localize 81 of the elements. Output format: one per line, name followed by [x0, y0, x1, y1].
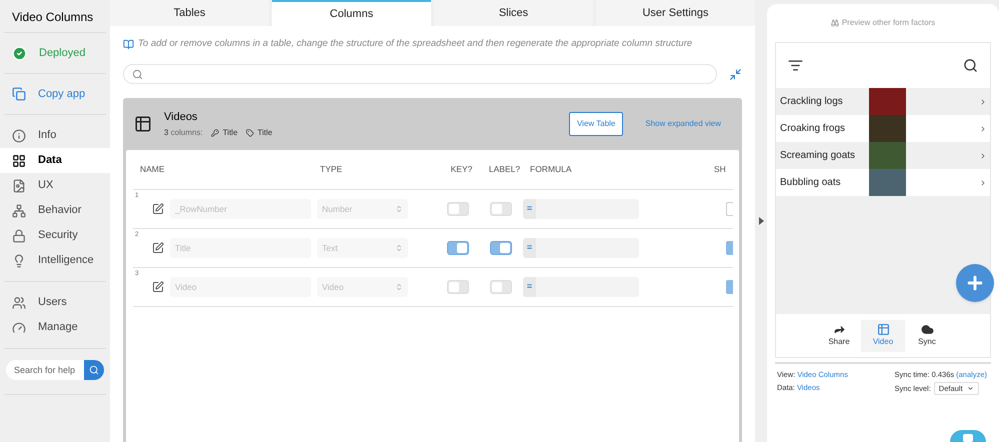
toggle-switch[interactable]: [447, 241, 469, 255]
photo-placeholder: [869, 88, 906, 115]
info-icon: [12, 128, 26, 142]
sidebar-item[interactable]: Intelligence: [0, 248, 110, 273]
grid-icon: [12, 154, 26, 168]
hierarchy-icon: [12, 204, 26, 218]
list-item[interactable]: Croaking frogs: [776, 115, 990, 142]
sidebar-item[interactable]: Info: [0, 123, 110, 148]
table-icon: [876, 323, 890, 336]
chevron-right-icon: [979, 178, 987, 186]
column-header: NAME: [139, 163, 166, 176]
photo-placeholder: [869, 142, 906, 169]
image-file-icon: [12, 178, 26, 192]
search-button[interactable]: [84, 360, 104, 380]
search-icon[interactable]: [963, 58, 978, 73]
search-field[interactable]: [123, 64, 717, 84]
checkbox[interactable]: [726, 241, 733, 255]
edit-icon[interactable]: [152, 203, 164, 215]
search-icon: [132, 68, 143, 80]
table-icon: [134, 115, 152, 133]
binoculars-icon: [830, 19, 839, 27]
edit-icon[interactable]: [152, 281, 164, 293]
toggle-switch[interactable]: [490, 241, 512, 255]
menu-icon[interactable]: [788, 58, 803, 73]
hint-text: To add or remove columns in a table, change the structure of the spreadsheet and then regenerate the appropriate column structure: [138, 36, 692, 51]
column-header: LABEL?: [488, 163, 522, 176]
book-icon: [123, 38, 134, 50]
key-column: Title: [222, 127, 238, 140]
checkbox[interactable]: [726, 202, 733, 216]
check-circle-icon: [12, 46, 27, 60]
photo-placeholder: [869, 169, 906, 196]
photo-placeholder: [869, 115, 906, 142]
bottom-nav-item[interactable]: Share: [817, 320, 861, 352]
chevron-right-icon: [979, 124, 987, 132]
up-down-chevron-icon: [395, 205, 403, 213]
tab[interactable]: User Settings: [596, 0, 755, 26]
share-arrow-icon: [832, 323, 846, 336]
up-down-chevron-icon: [395, 244, 403, 252]
lightbulb-icon: [12, 254, 26, 268]
key-icon: [210, 129, 219, 138]
tab[interactable]: Slices: [434, 0, 593, 26]
sidebar-item[interactable]: UX: [0, 173, 110, 198]
caret-icon: [966, 385, 974, 392]
expand-arrow-icon[interactable]: [758, 217, 764, 225]
collapse-icon[interactable]: [729, 68, 742, 80]
list-item[interactable]: Bubbling oats: [776, 169, 990, 196]
label-column: Title: [258, 127, 272, 140]
checkbox[interactable]: [726, 280, 733, 294]
sidebar-item[interactable]: Security: [0, 223, 110, 248]
view-table-button[interactable]: View Table: [568, 112, 624, 136]
edit-icon[interactable]: [152, 242, 164, 254]
column-header: KEY?: [450, 163, 474, 176]
column-count: 3 columns:: [164, 127, 203, 140]
sidebar-item[interactable]: Manage: [0, 315, 110, 340]
help-search-field[interactable]: Search for help: [6, 360, 84, 380]
column-header: SH: [713, 163, 727, 176]
column-header: FORMULA: [529, 163, 573, 176]
sidebar-item[interactable]: Users: [0, 290, 110, 315]
status-label: Deployed: [39, 46, 86, 61]
chevron-right-icon: [979, 98, 987, 106]
column-header: TYPE: [319, 163, 344, 176]
search-icon: [89, 365, 99, 375]
bottom-nav-item[interactable]: Video: [861, 320, 905, 352]
sidebar-item[interactable]: Behavior: [0, 198, 110, 223]
sidebar-item[interactable]: Data: [0, 148, 110, 173]
up-down-chevron-icon: [395, 283, 403, 291]
copy-icon: [12, 87, 26, 101]
app-title: Video Columns: [11, 9, 94, 26]
bottom-nav-item[interactable]: Sync: [905, 320, 949, 352]
cloud-icon: [920, 323, 934, 336]
lock-icon: [12, 228, 26, 242]
chevron-right-icon: [979, 152, 987, 160]
table-name: Videos: [164, 110, 198, 125]
copy-app-link[interactable]: Copy app: [0, 74, 110, 114]
tag-icon: [246, 129, 254, 138]
tab[interactable]: Columns: [272, 0, 431, 26]
gauge-icon: [12, 320, 26, 334]
tab[interactable]: Tables: [110, 0, 269, 26]
plus-icon: [965, 273, 985, 293]
add-button[interactable]: [956, 264, 994, 302]
people-icon: [12, 296, 26, 310]
